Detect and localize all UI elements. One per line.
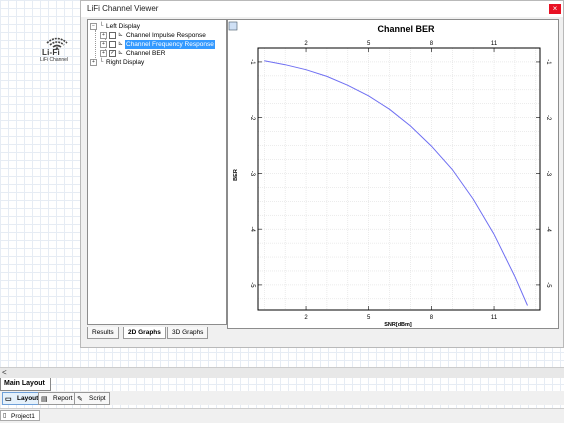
display-tree: − └ Left Display + ⊾ Channel Impulse Res…: [87, 19, 227, 325]
scroll-left-icon[interactable]: <: [2, 368, 7, 377]
y-tick-label: -1: [249, 59, 255, 65]
chart-title: Channel BER: [377, 24, 435, 34]
layout-icon: ▭: [5, 396, 12, 403]
display-folder-icon: └: [99, 59, 104, 65]
lifi-caption: LiFi Channel: [40, 57, 69, 63]
graph-icon: ⊾: [118, 41, 124, 47]
report-button-label: Report: [53, 395, 73, 402]
y-tick-label-right: -5: [545, 282, 551, 288]
horizontal-scrollbar[interactable]: <: [0, 367, 564, 378]
channel-viewer-window: LiFi Channel Viewer × − └ Left Display +…: [80, 0, 564, 348]
y-tick-label-right: -4: [545, 226, 551, 232]
x-tick-label-top: 8: [430, 41, 434, 47]
expand-icon[interactable]: +: [90, 59, 97, 66]
checkbox-frequency-response[interactable]: [109, 41, 116, 48]
ber-chart[interactable]: Channel BER 2 2 5 5 8 8 11 11 -1 -1 -2 -2 -3 -3 -4 -4 -5…: [228, 20, 558, 328]
y-tick-label: -4: [249, 226, 255, 232]
close-icon: ×: [552, 4, 558, 13]
script-icon: ✎: [77, 396, 83, 403]
script-button[interactable]: ✎ Script: [74, 392, 110, 405]
lifi-logo-text: Li-Fi: [42, 48, 60, 57]
layout-button-label: Layout: [17, 395, 39, 402]
graph-options-icon[interactable]: [228, 21, 238, 31]
graph-icon: ⊾: [118, 32, 124, 38]
x-tick-label: 2: [304, 315, 308, 321]
checkbox-impulse-response[interactable]: [109, 32, 116, 39]
tree-label-channel-ber: Channel BER: [126, 50, 166, 57]
collapse-icon[interactable]: −: [90, 23, 97, 30]
plot-area: [257, 47, 541, 311]
window-title: LiFi Channel Viewer: [87, 4, 159, 13]
expand-icon[interactable]: +: [100, 32, 107, 39]
y-tick-label-right: -3: [545, 171, 551, 177]
graph-panel: Channel BER 2 2 5 5 8 8 11 11 -1 -1 -2 -2 -3 -3 -4 -4 -5…: [227, 19, 559, 329]
lifi-channel-component[interactable]: Li-Fi LiFi Channel: [40, 36, 74, 66]
layout-button[interactable]: ▭ Layout: [2, 392, 43, 405]
tab-3d-graphs[interactable]: 3D Graphs: [167, 327, 209, 339]
report-icon: ▤: [41, 396, 48, 403]
status-bar: ▯ Project1: [0, 408, 564, 423]
x-tick-label: 11: [491, 315, 498, 321]
tree-label-left-display: Left Display: [106, 23, 140, 30]
tree-label-frequency-response: Channel Frequency Response: [125, 40, 215, 49]
x-tick-label-top: 2: [304, 41, 308, 47]
script-button-label: Script: [89, 395, 106, 402]
tree-label-right-display: Right Display: [106, 59, 145, 66]
x-tick-label-top: 11: [491, 41, 498, 47]
ber-curve: [264, 60, 528, 306]
y-tick-label: -5: [249, 282, 255, 288]
x-axis-label: SNR[dBm]: [384, 322, 412, 328]
expand-icon[interactable]: +: [100, 41, 107, 48]
checkbox-channel-ber[interactable]: ✓: [109, 50, 116, 57]
tab-2d-graphs[interactable]: 2D Graphs: [123, 327, 166, 339]
x-tick-label: 5: [367, 315, 371, 321]
report-button[interactable]: ▤ Report: [38, 392, 77, 405]
project-field[interactable]: ▯ Project1: [0, 410, 40, 421]
tree-label-impulse-response: Channel Impulse Response: [126, 32, 206, 39]
display-folder-icon: └: [99, 23, 104, 29]
y-tick-label: -3: [249, 171, 255, 177]
project-name: Project1: [11, 413, 35, 420]
graph-icon: ⊾: [118, 50, 124, 56]
expand-icon[interactable]: +: [100, 50, 107, 57]
close-button[interactable]: ×: [549, 4, 561, 14]
y-tick-label: -2: [249, 115, 255, 121]
project-icon: ▯: [3, 413, 7, 419]
tab-results[interactable]: Results: [87, 327, 119, 339]
title-bar[interactable]: LiFi Channel Viewer ×: [81, 1, 563, 17]
x-tick-label-top: 5: [367, 41, 371, 47]
bottom-toolbar: ▭ Layout ▤ Report ✎ Script: [0, 391, 564, 405]
x-tick-label: 8: [430, 315, 434, 321]
tab-main-layout[interactable]: Main Layout: [0, 378, 51, 391]
y-axis-label: BER: [233, 169, 239, 181]
y-tick-label-right: -2: [545, 115, 551, 121]
y-tick-label-right: -1: [545, 59, 551, 65]
